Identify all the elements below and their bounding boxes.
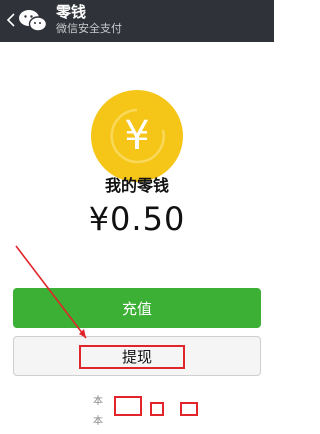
footer-text-1: 本 xyxy=(93,396,103,407)
back-button[interactable] xyxy=(4,8,18,32)
footer-text-2: 本 xyxy=(93,416,103,427)
wallet-label: 我的零钱 xyxy=(104,176,169,195)
top-bar: 零钱 微信安全支付 xyxy=(0,0,274,42)
chevron-left-icon xyxy=(6,13,15,27)
footer-annotation-3 xyxy=(180,402,198,416)
withdraw-highlight-box xyxy=(79,345,185,369)
coin-icon: ¥ xyxy=(91,90,183,182)
page-subtitle: 微信安全支付 xyxy=(56,22,122,35)
wechat-logo xyxy=(18,8,48,34)
footer-annotation-1 xyxy=(114,396,142,416)
recharge-button[interactable]: 充值 xyxy=(13,288,261,328)
balance-amount: ¥0.50 xyxy=(88,200,186,238)
page-title: 零钱 xyxy=(56,3,87,21)
coin-symbol: ¥ xyxy=(124,113,150,159)
footer-annotation-2 xyxy=(150,402,164,416)
recharge-label: 充值 xyxy=(121,299,152,318)
